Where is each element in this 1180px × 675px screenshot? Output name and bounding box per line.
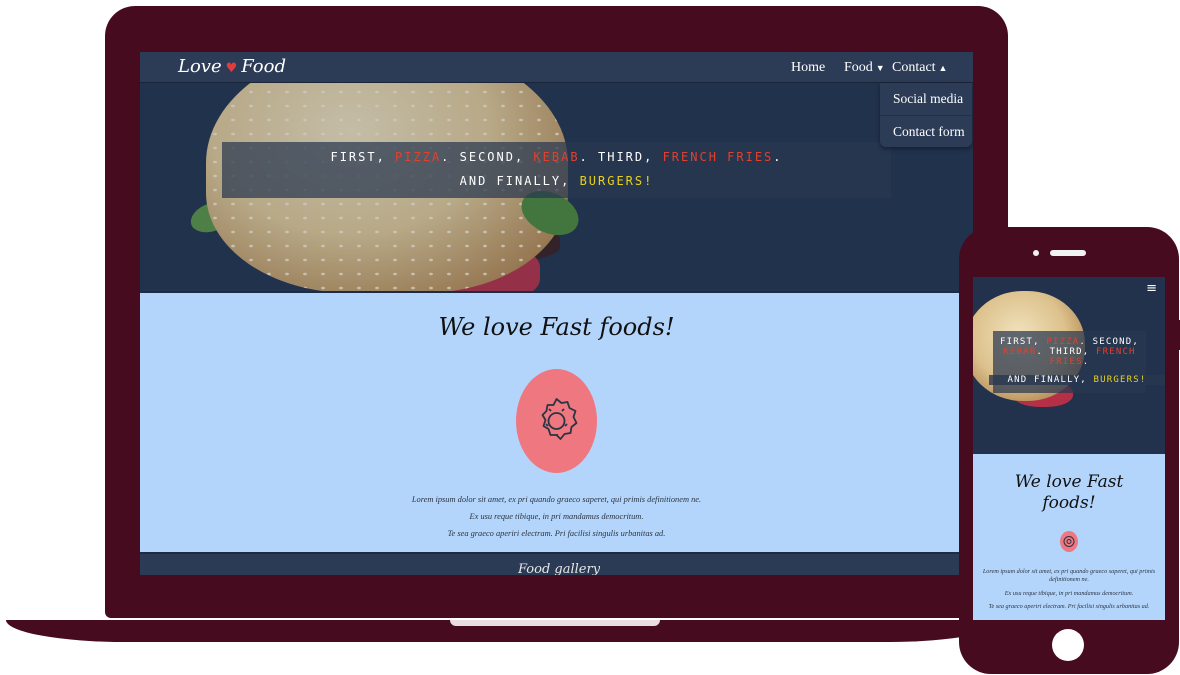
paragraph-line: Lorem ipsum dolor sit amet, ex pri quand… <box>982 568 1156 584</box>
dropdown-item-social-media[interactable]: Social media <box>880 83 972 115</box>
main-content: We love Fast foods! Lorem ipsum dolor si <box>140 291 973 552</box>
quote-text: . SECOND, <box>1079 337 1139 347</box>
mobile-heading-line: We love Fast <box>1014 472 1124 492</box>
quote-burgers: BURGERS! <box>1093 375 1147 385</box>
paragraph-line: Te sea graeco aperiri electram. Pri faci… <box>447 529 666 538</box>
paragraph-line: Ex usu reque tibique, in pri mandamus de… <box>469 512 644 521</box>
nav-home-label: Home <box>791 60 826 75</box>
quote-kebab: KEBAB <box>1003 347 1037 357</box>
mobile-hero-banner: ≡ FIRST, PIZZA. SECOND, KEBAB. THIRD, FR… <box>973 277 1165 454</box>
hero-quote: FIRST, PIZZA. SECOND, KEBAB. THIRD, FREN… <box>222 142 891 198</box>
contact-dropdown-menu: Social media Contact form <box>880 83 972 147</box>
laptop-screen: FIRST, PIZZA. SECOND, KEBAB. THIRD, FREN… <box>140 52 973 575</box>
laptop-notch <box>450 620 660 626</box>
nav-food-label: Food <box>844 60 873 75</box>
nav-contact-label: Contact <box>892 60 936 75</box>
quote-text: . <box>1082 357 1090 367</box>
caret-down-icon: ▼ <box>875 63 885 73</box>
quote-text: . SECOND, <box>441 150 534 164</box>
quote-fries: FRENCH FRIES <box>662 150 774 164</box>
gallery-section: Food gallery <box>140 552 973 575</box>
quote-text: AND FINALLY, <box>459 174 580 188</box>
quote-text: . THIRD, <box>579 150 663 164</box>
quote-text: FIRST, <box>330 150 396 164</box>
dropdown-item-contact-form[interactable]: Contact form <box>880 115 972 147</box>
quote-kebab: KEBAB <box>533 150 580 164</box>
phone-screen: ≡ FIRST, PIZZA. SECOND, KEBAB. THIRD, FR… <box>973 277 1165 620</box>
paragraph-line: Lorem ipsum dolor sit amet, ex pri quand… <box>411 495 702 504</box>
brand-text-left: Love <box>178 56 222 77</box>
quote-burgers: BURGERS! <box>579 174 654 188</box>
nav-contact-link[interactable]: Contact ▲ <box>892 60 947 76</box>
quote-text: . <box>773 150 783 164</box>
main-heading: We love Fast foods! <box>438 313 675 341</box>
quote-pizza: PIZZA <box>395 150 442 164</box>
mobile-hero-quote: FIRST, PIZZA. SECOND, KEBAB. THIRD, FREN… <box>989 331 1165 393</box>
quote-pizza: PIZZA <box>1046 337 1080 347</box>
paragraph-line: Te sea graeco aperiri electram. Pri faci… <box>988 603 1150 611</box>
phone-speaker <box>1050 250 1086 256</box>
quote-text: FIRST, <box>999 337 1047 347</box>
quote-text: . THIRD, <box>1036 347 1096 357</box>
caret-up-icon: ▲ <box>938 63 948 73</box>
phone-camera <box>1033 250 1039 256</box>
quote-text: AND FINALLY, <box>1007 375 1094 385</box>
nav-food-link[interactable]: Food ▼ <box>844 60 885 76</box>
heart-icon: ♥ <box>225 61 238 76</box>
mobile-main-heading: We love Fast foods! <box>973 472 1165 514</box>
hamburger-menu-icon[interactable]: ≡ <box>1146 281 1157 296</box>
brand-text-right: Food <box>241 56 286 77</box>
paragraph-line: Ex usu reque tibique, in pri mandamus de… <box>1004 589 1134 597</box>
lorem-paragraph: Lorem ipsum dolor sit amet, ex pri quand… <box>140 491 973 542</box>
gallery-heading: Food gallery <box>518 562 601 575</box>
donut-icon <box>516 369 597 473</box>
mobile-heading-line: foods! <box>1042 493 1096 513</box>
donut-icon <box>1060 531 1078 552</box>
nav-home-link[interactable]: Home <box>791 60 825 76</box>
top-navbar: Love ♥ Food Home Food ▼ Contact ▲ <box>140 52 973 83</box>
device-mockup: FIRST, PIZZA. SECOND, KEBAB. THIRD, FREN… <box>0 0 1180 675</box>
hero-banner: FIRST, PIZZA. SECOND, KEBAB. THIRD, FREN… <box>140 83 973 291</box>
phone-home-button[interactable] <box>1052 629 1084 661</box>
brand-logo[interactable]: Love ♥ Food <box>178 56 286 77</box>
quote-last-line: AND FINALLY, BURGERS! <box>989 375 1165 385</box>
mobile-lorem-paragraph: Lorem ipsum dolor sit amet, ex pri quand… <box>979 568 1159 617</box>
